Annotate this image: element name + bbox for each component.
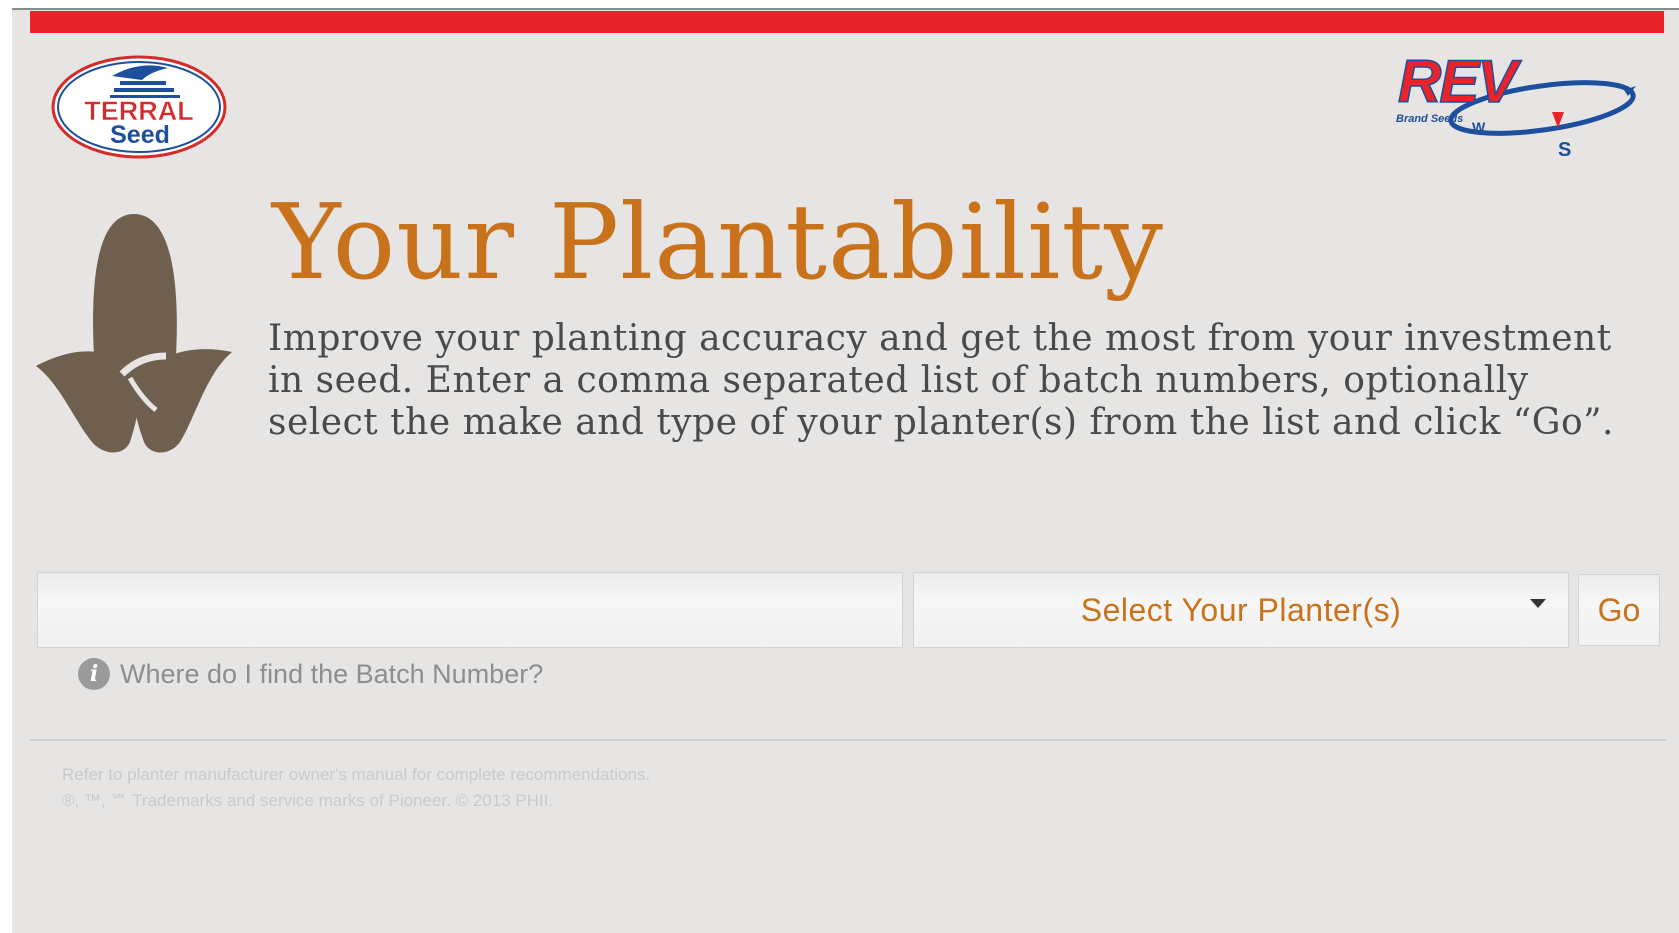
planter-select-label: Select Your Planter(s) [1080, 591, 1402, 628]
footer: Refer to planter manufacturer owner's ma… [62, 762, 650, 814]
chevron-down-icon [1530, 599, 1546, 608]
footer-disclaimer: Refer to planter manufacturer owner's ma… [62, 765, 651, 784]
svg-text:Seed: Seed [110, 121, 170, 149]
go-button[interactable]: Go [1578, 574, 1660, 646]
divider [30, 739, 1666, 741]
top-accent-bar [30, 11, 1664, 33]
planter-select[interactable]: Select Your Planter(s) [913, 572, 1569, 648]
rev-brand-seeds-logo: REV Brand Seeds W S [1392, 50, 1644, 162]
footer-trademark: ®, ™, ℠ Trademarks and service marks of … [62, 791, 554, 810]
svg-text:S: S [1558, 139, 1571, 161]
svg-text:Brand Seeds: Brand Seeds [1396, 113, 1463, 125]
page-title: Your Plantability [272, 181, 1164, 303]
batch-number-input[interactable] [37, 572, 903, 648]
terral-seed-logo: TERRAL Seed [50, 54, 228, 160]
corn-kernel-icon [34, 206, 234, 456]
info-icon: i [78, 658, 110, 690]
help-link-text: Where do I find the Batch Number? [120, 658, 544, 689]
intro-text: Improve your planting accuracy and get t… [268, 318, 1614, 443]
svg-text:W: W [1472, 119, 1486, 135]
batch-number-help-link[interactable]: i Where do I find the Batch Number? [78, 658, 543, 690]
svg-text:REV: REV [1398, 50, 1522, 115]
